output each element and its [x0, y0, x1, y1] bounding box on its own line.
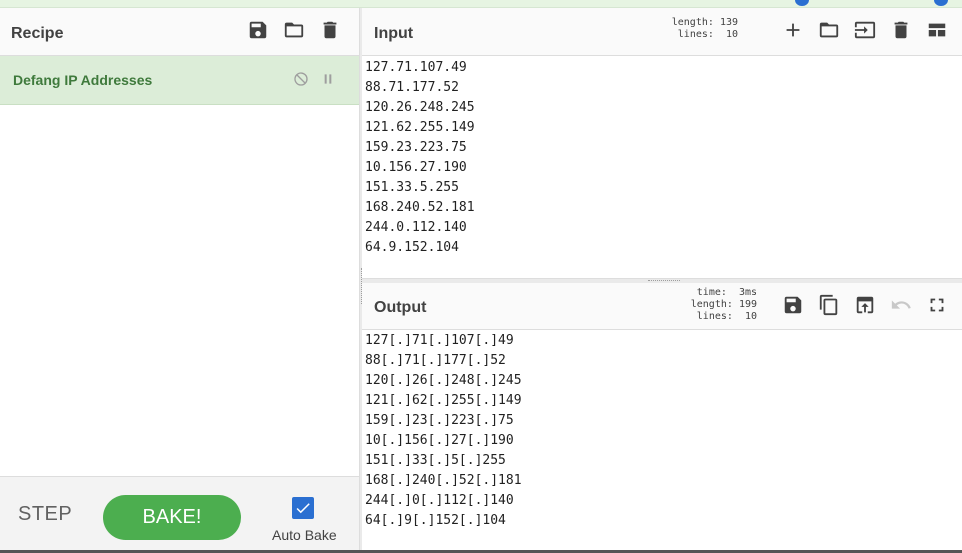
- step-button[interactable]: STEP: [18, 503, 72, 526]
- undo-button[interactable]: [889, 293, 913, 317]
- bake-controls: STEP BAKE! Auto Bake: [0, 476, 359, 553]
- text-line: 168[.]240[.]52[.]181: [365, 473, 522, 488]
- input-length-label: length:: [671, 17, 714, 28]
- input-title: Input: [374, 25, 414, 42]
- layout-icon: [928, 23, 946, 37]
- folder-icon: [819, 22, 839, 38]
- breakpoint-button[interactable]: [319, 70, 337, 88]
- pause-icon: [324, 74, 332, 84]
- recipe-title: Recipe: [11, 25, 64, 42]
- output-length-value: 199: [738, 299, 757, 310]
- plus-icon: [786, 23, 800, 37]
- text-line: 159[.]23[.]223[.]75: [365, 413, 514, 428]
- undo-icon: [891, 300, 911, 309]
- input-lines-value: 10: [725, 29, 738, 40]
- auto-bake-label: Auto Bake: [272, 527, 337, 543]
- maximise-output-button[interactable]: [925, 293, 949, 317]
- text-line: 120.26.248.245: [365, 100, 475, 115]
- help-icon[interactable]: [934, 0, 948, 6]
- text-line: 244[.]0[.]112[.]140: [365, 493, 514, 508]
- text-line: 88.71.177.52: [365, 80, 459, 95]
- auto-bake-checkbox[interactable]: [292, 497, 314, 519]
- open-folder-button[interactable]: [853, 18, 877, 42]
- input-icon: [854, 21, 876, 39]
- text-line: 244.0.112.140: [365, 220, 467, 235]
- trash-icon: [323, 21, 337, 39]
- output-title: Output: [374, 299, 427, 316]
- output-time-value: 3ms: [738, 287, 757, 298]
- input-length-value: 139: [719, 17, 738, 28]
- text-line: 88[.]71[.]177[.]52: [365, 353, 506, 368]
- text-line: 64[.]9[.]152[.]104: [365, 513, 506, 528]
- replace-input-button[interactable]: [853, 293, 877, 317]
- copy-output-button[interactable]: [817, 293, 841, 317]
- output-time-label: time:: [696, 287, 727, 298]
- reset-layout-button[interactable]: [925, 18, 949, 42]
- text-line: 127[.]71[.]107[.]49: [365, 333, 514, 348]
- save-output-button[interactable]: [781, 293, 805, 317]
- disable-operation-button[interactable]: [292, 70, 310, 88]
- clear-input-button[interactable]: [889, 18, 913, 42]
- text-line: 121.62.255.149: [365, 120, 475, 135]
- output-textarea[interactable]: 127[.]71[.]107[.]49 88[.]71[.]177[.]52 120…: [362, 331, 962, 553]
- text-line: 10.156.27.190: [365, 160, 467, 175]
- input-header: Input length: 139 lines: 10: [362, 8, 962, 56]
- gear-icon[interactable]: [795, 0, 809, 6]
- text-line: 159.23.223.75: [365, 140, 467, 155]
- disable-icon: [294, 72, 308, 86]
- io-panel: Input length: 139 lines: 10 127.71.107.4…: [362, 8, 962, 553]
- output-lines-label: lines:: [696, 311, 733, 322]
- input-textarea[interactable]: 127.71.107.49 88.71.177.52 120.26.248.245 1…: [362, 58, 962, 278]
- text-line: 151[.]33[.]5[.]255: [365, 453, 506, 468]
- operation-name: Defang IP Addresses: [13, 72, 153, 88]
- text-line: 151.33.5.255: [365, 180, 459, 195]
- checkmark-icon: [296, 503, 310, 514]
- text-line: 168.240.52.181: [365, 200, 475, 215]
- folder-icon: [284, 22, 304, 38]
- output-header: Output time: 3ms length: 199 lines: 10: [362, 283, 962, 330]
- trash-icon: [894, 21, 908, 39]
- add-input-button[interactable]: [781, 18, 805, 42]
- save-recipe-button[interactable]: [246, 18, 270, 42]
- input-stats: length: 139 lines: 10: [662, 17, 738, 41]
- copy-icon: [819, 294, 838, 316]
- top-banner-strip: [0, 0, 962, 8]
- output-lines-value: 10: [744, 311, 757, 322]
- open-file-button[interactable]: [817, 18, 841, 42]
- recipe-operation[interactable]: Defang IP Addresses: [0, 56, 359, 105]
- recipe-header: Recipe: [0, 8, 359, 56]
- text-line: 10[.]156[.]27[.]190: [365, 433, 514, 448]
- text-line: 64.9.152.104: [365, 240, 459, 255]
- output-stats: time: 3ms length: 199 lines: 10: [680, 287, 757, 323]
- save-icon: [784, 296, 802, 314]
- load-recipe-button[interactable]: [282, 18, 306, 42]
- output-length-label: length:: [690, 299, 733, 310]
- clear-recipe-button[interactable]: [318, 18, 342, 42]
- text-line: 127.71.107.49: [365, 60, 467, 75]
- input-lines-label: lines:: [677, 29, 714, 40]
- text-line: 121[.]62[.]255[.]149: [365, 393, 522, 408]
- save-icon: [249, 21, 267, 39]
- open-in-icon: [856, 296, 874, 314]
- recipe-panel: Recipe Defang IP Addresses STEP BAKE! Au…: [0, 8, 359, 553]
- bake-button[interactable]: BAKE!: [103, 495, 241, 540]
- fullscreen-icon: [930, 298, 944, 312]
- text-line: 120[.]26[.]248[.]245: [365, 373, 522, 388]
